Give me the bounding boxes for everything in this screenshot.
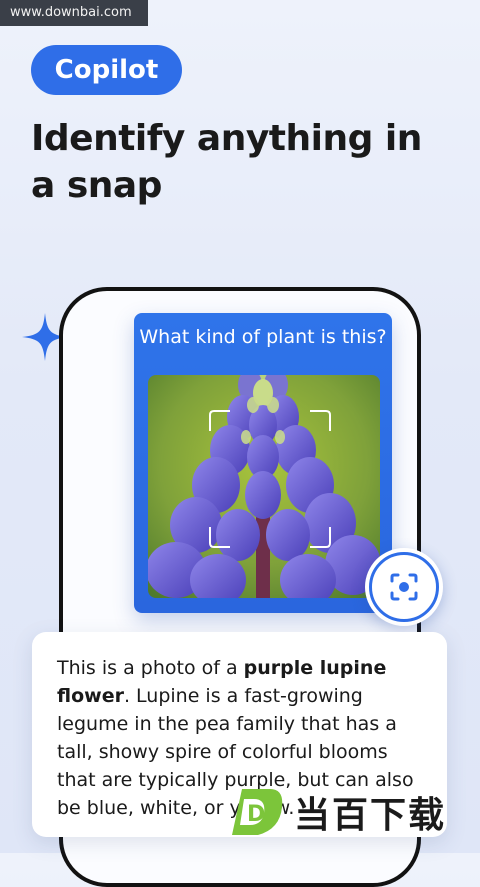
page-title: Identify anything in a snap	[31, 118, 422, 206]
question-text: What kind of plant is this?	[139, 326, 387, 348]
svg-text:D: D	[247, 802, 265, 827]
watermark: www.downbai.com	[0, 0, 148, 26]
brand-logo: D	[228, 785, 286, 839]
camera-scan-button[interactable]	[365, 548, 443, 626]
site-brand: D 当百下载	[228, 778, 480, 846]
question-card: What kind of plant is this?	[134, 313, 392, 613]
camera-scan-ring	[369, 552, 439, 622]
brand-text: 当百下载	[294, 795, 447, 836]
plant-photo	[148, 375, 380, 598]
copilot-badge: Copilot	[31, 45, 182, 95]
camera-scan-icon	[390, 573, 418, 601]
